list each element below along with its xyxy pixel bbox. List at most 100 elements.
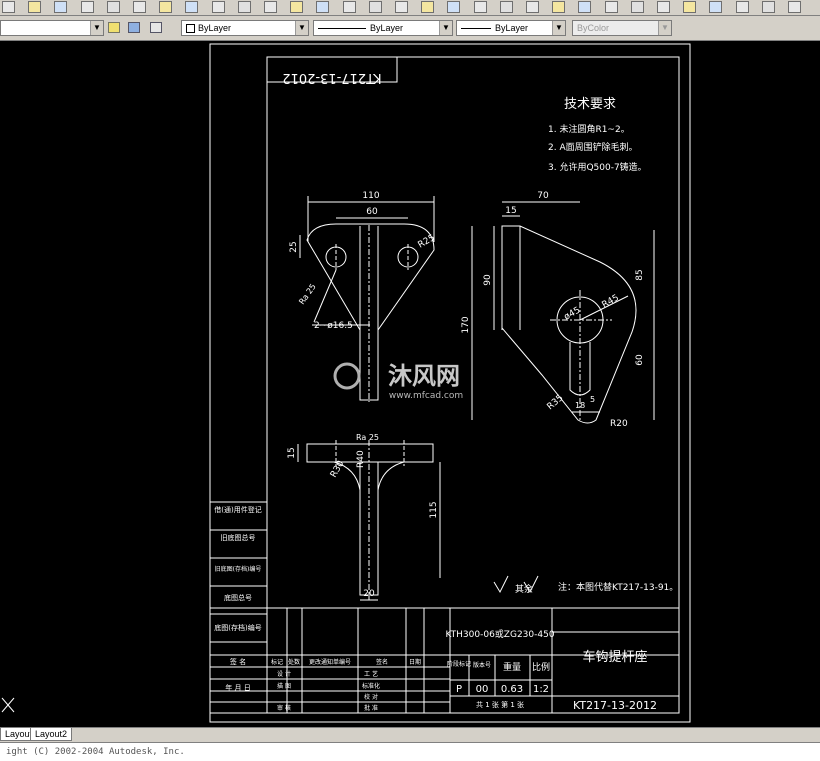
command-line[interactable]: ight (C) 2002-2004 Autodesk, Inc. (0, 742, 820, 761)
layer-prev-icon[interactable] (128, 22, 140, 33)
dim-15b: 15 (287, 447, 297, 458)
dim-r20: R20 (610, 419, 628, 429)
color-swatch-icon (186, 24, 195, 34)
layout-tabs: Layout1 Layout2 (0, 727, 820, 742)
title-drawing-ref: KTH300-06或ZG230-450 (445, 628, 554, 640)
title-drafting: 描 图 (277, 682, 291, 690)
dim-baseline-icon[interactable] (578, 1, 592, 13)
ucs-icon (1, 697, 15, 713)
dim-ordinate-icon[interactable] (499, 1, 513, 13)
title-val-scale: 1:2 (533, 684, 549, 695)
left-strip-2: 旧底图总号 (221, 533, 256, 542)
command-line-text: ight (C) 2002-2004 Autodesk, Inc. (6, 747, 185, 757)
properties-icon[interactable] (316, 1, 330, 13)
title-process: 工 艺 (364, 670, 378, 678)
calculator-icon[interactable] (395, 1, 408, 13)
layer-manager-icon[interactable] (150, 22, 162, 33)
chevron-down-icon[interactable]: ▼ (295, 21, 308, 35)
plotstyle-dropdown: ByColor ▼ (572, 20, 672, 36)
surface-note: 其余 (515, 583, 533, 595)
dim-edit-icon[interactable] (683, 1, 697, 13)
tech-req-item-1: 1. 未注圆角R1~2。 (548, 123, 630, 135)
dim-18: 18 (575, 401, 585, 410)
title-sheets: 共 1 张 第 1 张 (476, 700, 524, 709)
dim-angular-icon[interactable] (552, 1, 566, 13)
lineweight-dropdown[interactable]: ByLayer ▼ (456, 20, 566, 36)
dim-170: 170 (461, 316, 471, 333)
paste-icon[interactable] (211, 1, 225, 13)
drawing-svg: KT217-13-2012 技术要求 1. 未注圆角R1~2。 2. A面周围铲… (1, 43, 691, 723)
title-design: 设 计 (277, 670, 291, 678)
save-icon[interactable] (54, 1, 68, 13)
title-rev-sign: 签名 (376, 658, 388, 666)
top-view (297, 440, 441, 601)
chevron-down-icon[interactable]: ▼ (90, 21, 103, 35)
drawing-frame (266, 56, 680, 714)
snap-endpoint-icon[interactable] (709, 1, 723, 13)
title-val-weight: 0.63 (501, 684, 523, 695)
tech-req-item-3: 3. 允许用Q500-7铸造。 (548, 161, 647, 173)
chevron-down-icon[interactable]: ▼ (439, 21, 452, 35)
watermark: 沐风网 www.mfcad.com (333, 362, 463, 401)
color-dropdown[interactable]: ByLayer ▼ (181, 20, 309, 36)
copy-icon[interactable] (185, 1, 199, 13)
chevron-down-icon: ▼ (658, 21, 671, 35)
title-date: 年 月 日 (225, 683, 250, 692)
dim-roughness-2: Ra 25 (356, 433, 379, 442)
drawing-canvas[interactable]: KT217-13-2012 技术要求 1. 未注圆角R1~2。 2. A面周围铲… (0, 41, 820, 727)
snap-center-icon[interactable] (761, 1, 775, 13)
dim-linear-icon[interactable] (447, 1, 461, 13)
watermark-url: www.mfcad.com (389, 391, 463, 401)
title-val-stage: P (456, 684, 462, 695)
title-rev-date: 日期 (409, 658, 421, 666)
leader-icon[interactable] (657, 1, 670, 13)
snap-node-icon[interactable] (788, 1, 801, 13)
dim-aligned-icon[interactable] (473, 1, 487, 13)
title-hdr-scale: 比例 (532, 661, 550, 673)
cut-icon[interactable] (159, 1, 173, 13)
plotstyle-value: ByColor (577, 23, 610, 33)
dim-5: 5 (590, 395, 595, 404)
side-view (471, 201, 655, 424)
layer-dropdown[interactable]: ▼ (0, 20, 104, 36)
standard-toolbar (0, 0, 820, 16)
dim-110: 110 (362, 191, 379, 201)
tech-req-item-2: 2. A面周围铲除毛刺。 (548, 141, 638, 153)
dim-holes: 2~ø16.5 (314, 321, 353, 331)
tab-layout2[interactable]: Layout2 (30, 728, 73, 741)
dim-r40: R40 (356, 450, 366, 468)
dim-r35: R35 (546, 393, 566, 412)
design-center-icon[interactable] (342, 1, 356, 13)
dim-15: 15 (505, 206, 516, 216)
dim-60: 60 (366, 207, 378, 217)
pan-icon[interactable] (290, 1, 304, 13)
undo-icon[interactable] (237, 1, 251, 13)
help-icon[interactable] (421, 1, 435, 13)
dim-90: 90 (483, 274, 493, 286)
linetype-dropdown[interactable]: ByLayer ▼ (313, 20, 453, 36)
dim-radius-icon[interactable] (526, 1, 539, 13)
redo-icon[interactable] (264, 1, 277, 13)
title-part-name: 车钩提杆座 (582, 649, 647, 665)
chevron-down-icon[interactable]: ▼ (552, 21, 565, 35)
left-strip-3: 旧底图(存档)编号 (215, 565, 262, 573)
open-icon[interactable] (28, 1, 42, 13)
tolerance-icon[interactable] (604, 1, 618, 13)
center-mark-icon[interactable] (630, 1, 644, 13)
layer-state-icon[interactable] (108, 22, 120, 33)
tech-req-title: 技术要求 (564, 97, 616, 112)
preview-icon[interactable] (106, 1, 120, 13)
dim-25: 25 (289, 241, 299, 252)
left-strip-5: 底图(存档)编号 (214, 623, 261, 632)
rotated-code-box: KT217-13-2012 (266, 56, 398, 85)
tab-layout2-label: Layout2 (35, 729, 68, 739)
publish-icon[interactable] (133, 1, 146, 13)
new-icon[interactable] (2, 1, 15, 13)
plot-icon[interactable] (80, 1, 94, 13)
snap-midpoint-icon[interactable] (735, 1, 749, 13)
dim-60b: 60 (635, 354, 645, 366)
dim-70: 70 (537, 191, 549, 201)
tool-palette-icon[interactable] (368, 1, 382, 13)
lineweight-value: ByLayer (495, 23, 529, 33)
title-std: 标准化 (362, 682, 380, 690)
